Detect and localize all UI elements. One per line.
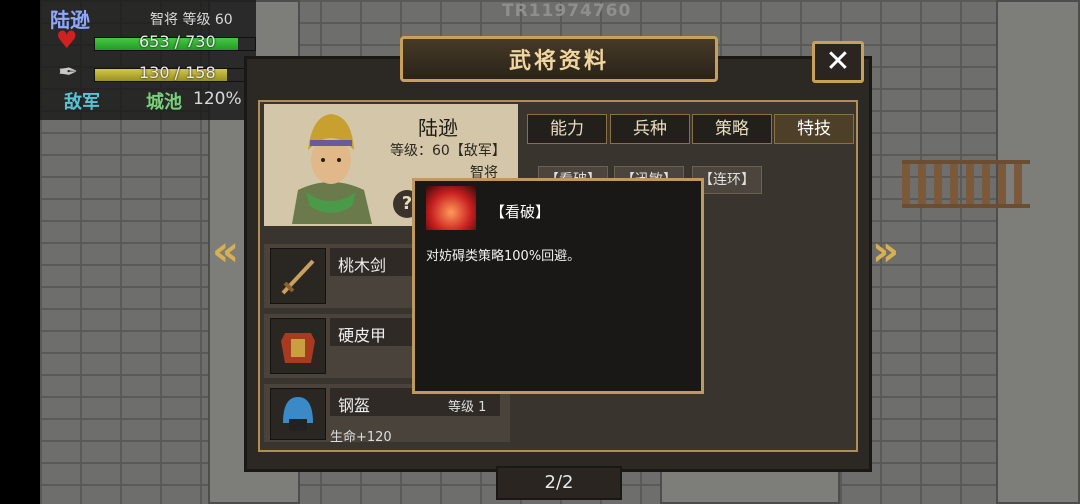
- close-icon: ✕: [825, 44, 851, 79]
- armor-icon: [270, 318, 326, 374]
- city-wall: [996, 0, 1080, 504]
- watermark-text: TR11974760: [502, 1, 632, 21]
- heart-icon: ♥: [56, 26, 78, 54]
- terrain-label: 城池: [146, 92, 182, 113]
- mp-text: 130 / 158: [139, 63, 216, 82]
- general-level: 等级：60【敌军】: [390, 143, 506, 159]
- wooden-fence: [902, 160, 1030, 208]
- page-indicator: 2/2: [496, 466, 622, 500]
- tooltip-title: 【看破】: [490, 203, 551, 221]
- faction-label: 敌军: [64, 92, 100, 113]
- sword-icon: [270, 248, 326, 304]
- equipment-level: 等级 1: [448, 400, 487, 415]
- equipment-name: 桃木剑: [338, 256, 387, 275]
- equipment-name: 硬皮甲: [338, 326, 387, 345]
- tooltip-description: 对妨碍类策略100%回避。: [426, 249, 581, 264]
- fist-fire-icon: [426, 186, 476, 230]
- tab-special-skills[interactable]: 特技: [774, 114, 854, 144]
- close-button[interactable]: ✕: [812, 41, 864, 83]
- general-name: 陆逊: [418, 116, 458, 140]
- terrain-value: 120%: [193, 89, 242, 109]
- feather-icon: ✒: [58, 58, 79, 86]
- equipment-name: 钢盔: [338, 396, 371, 415]
- dialog-title: 武将资料: [508, 49, 609, 74]
- tab-ability[interactable]: 能力: [527, 114, 607, 144]
- helmet-icon: [270, 388, 326, 440]
- prev-general-arrow-icon[interactable]: «: [212, 226, 239, 275]
- tab-troops[interactable]: 兵种: [610, 114, 690, 144]
- equipment-bonus: 生命+120: [330, 430, 392, 445]
- tab-strategy[interactable]: 策略: [692, 114, 772, 144]
- unit-class-level: 智将 等级 60: [150, 12, 233, 28]
- general-portrait: [282, 110, 380, 224]
- hp-text: 653 / 730: [139, 32, 216, 51]
- next-general-arrow-icon[interactable]: »: [872, 226, 899, 275]
